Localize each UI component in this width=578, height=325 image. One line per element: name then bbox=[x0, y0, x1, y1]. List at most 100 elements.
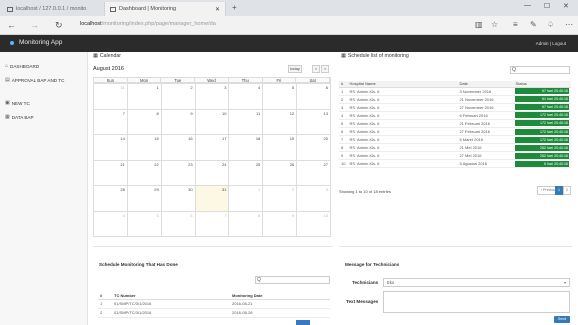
maximize-icon[interactable]: ☐ bbox=[544, 2, 550, 10]
table-row[interactable]: 4 RS. Admin Kls. 66 Februari 2016 172 hari… bbox=[339, 111, 571, 120]
user-logout-link[interactable]: Admin | Logout bbox=[536, 41, 566, 46]
calendar-prev-button[interactable]: < bbox=[312, 65, 320, 73]
technicians-select[interactable]: Eko ▾ bbox=[383, 278, 570, 287]
calendar-day[interactable]: 27 bbox=[297, 160, 331, 186]
row-number: 8 bbox=[339, 143, 348, 153]
column-header[interactable]: # bbox=[98, 292, 112, 300]
calendar-day[interactable]: 7 bbox=[195, 211, 230, 237]
sidebar-item-data-bap[interactable]: ▦ DATA BAP bbox=[5, 114, 34, 120]
calendar-day[interactable]: 21 bbox=[94, 160, 128, 186]
tab-page-icon bbox=[110, 6, 116, 12]
search-icon: Q bbox=[512, 67, 516, 73]
calendar-day[interactable]: 13 bbox=[297, 109, 331, 135]
forward-arrow-icon[interactable]: → bbox=[30, 20, 39, 30]
column-header[interactable]: Monitoring Date bbox=[230, 292, 330, 300]
calendar-day[interactable]: 5 bbox=[263, 84, 298, 110]
send-button[interactable]: Send bbox=[554, 316, 570, 323]
calendar-day[interactable]: 3 bbox=[195, 84, 230, 110]
column-header[interactable]: TC Number bbox=[112, 292, 230, 300]
calendar-day[interactable]: 16 bbox=[161, 135, 196, 161]
calendar-day[interactable]: 11 bbox=[229, 109, 264, 135]
calendar-day[interactable]: 12 bbox=[263, 109, 298, 135]
hospital-name: RS. Admin Kls. 6 bbox=[347, 151, 458, 161]
table-row[interactable]: 10 RS. Admin Kls. 65 Agustus 2016 6 hari 2… bbox=[339, 159, 571, 169]
calendar-day[interactable]: 20 bbox=[297, 135, 331, 161]
calendar-day[interactable]: 29 bbox=[127, 186, 162, 212]
sidebar-item-new-tc[interactable]: ▣ NEW TC bbox=[5, 100, 30, 106]
calendar-icon: ▦ bbox=[341, 53, 346, 59]
table-row[interactable]: 7 RS. Admin Kls. 65 Maret 2016 172 hari 20… bbox=[339, 135, 571, 145]
window-close-icon[interactable]: ✕ bbox=[563, 2, 569, 10]
calendar-day-today[interactable]: 31 bbox=[195, 186, 230, 212]
calendar-day[interactable]: 2 bbox=[263, 186, 298, 212]
close-tab-icon[interactable]: ✕ bbox=[215, 6, 220, 13]
web-note-icon[interactable]: ✎ bbox=[530, 20, 537, 29]
table-row[interactable]: 8 RS. Admin Kls. 6 21 Mei 2016 262 hari 20:… bbox=[339, 143, 571, 153]
table-row[interactable]: 2 01/SMP/TC/3/1/2016 2016-08-28 bbox=[98, 308, 330, 318]
calendar-day[interactable]: 10 bbox=[297, 211, 331, 237]
table-row[interactable]: 3 RS. Admin Kls. 6 27 November 2016 67 hari… bbox=[339, 103, 571, 112]
sidebar-item-approval[interactable]: ▤ APPROVAL BAP AND TC bbox=[5, 77, 64, 83]
calendar-day[interactable]: 18 bbox=[229, 135, 264, 161]
status-badge: 61 hari 20:40:16 bbox=[515, 96, 569, 103]
url-field[interactable]: localhost/monitoring/index.php/page/mana… bbox=[80, 21, 216, 27]
table-row[interactable]: 1 01/SMP/TC/3/1/2016 2016-08-21 bbox=[98, 299, 330, 309]
calendar-next-button[interactable]: > bbox=[321, 65, 329, 73]
status-badge: 67 hari 20:40:16 bbox=[515, 104, 569, 111]
calendar-day[interactable]: 30 bbox=[161, 186, 196, 212]
table-row[interactable]: 9 RS. Admin Kls. 6 27 Mei 2016 262 hari 20:… bbox=[339, 151, 571, 161]
calendar-today-button[interactable]: today bbox=[288, 65, 302, 73]
calendar-day[interactable]: 24 bbox=[195, 160, 230, 186]
calendar-day[interactable]: 19 bbox=[263, 135, 298, 161]
pagination-page-1[interactable]: 1 bbox=[555, 186, 563, 195]
calendar-day[interactable]: 4 bbox=[94, 211, 128, 237]
calendar-day[interactable]: 25 bbox=[229, 160, 264, 186]
calendar-day[interactable]: 8 bbox=[127, 109, 162, 135]
calendar-day[interactable]: 7 bbox=[94, 109, 128, 135]
calendar-day[interactable]: 9 bbox=[263, 211, 298, 237]
calendar-day[interactable]: 4 bbox=[229, 84, 264, 110]
table-row[interactable]: 2 RS. Admin Kls. 6 21 November 2016 61 hari… bbox=[339, 95, 571, 104]
table-row[interactable]: 1 RS. Admin Kls. 63 November 2016 67 hari … bbox=[339, 87, 571, 96]
calendar-day[interactable]: 1 bbox=[229, 186, 264, 212]
calendar-day[interactable]: 2 bbox=[161, 84, 196, 110]
calendar-day[interactable]: 8 bbox=[229, 211, 264, 237]
pagination-page-2[interactable]: 2 bbox=[563, 186, 571, 195]
share-icon[interactable]: ♤ bbox=[547, 20, 554, 29]
calendar-day[interactable]: 3 bbox=[297, 186, 331, 212]
refresh-icon[interactable]: ↻ bbox=[55, 20, 63, 31]
calendar-day[interactable]: 26 bbox=[263, 160, 298, 186]
sidebar-item-dashboard[interactable]: ⌂ DASHBOARD bbox=[5, 63, 39, 69]
monitoring-date: 2016-08-21 bbox=[230, 299, 330, 309]
calendar-day[interactable]: 5 bbox=[127, 211, 162, 237]
scroll-indicator[interactable] bbox=[296, 320, 310, 325]
monitoring-search-input[interactable]: Q bbox=[255, 276, 330, 284]
table-row[interactable]: 5 RS. Admin Kls. 6 21 Februari 2016 172 har… bbox=[339, 119, 571, 128]
calendar-day[interactable]: 1 bbox=[127, 84, 162, 110]
tc-number: 01/SMP/TC/3/1/2016 bbox=[112, 308, 230, 318]
calendar-day[interactable]: 9 bbox=[161, 109, 196, 135]
back-arrow-icon[interactable]: ← bbox=[7, 20, 16, 30]
browser-tab-phpmyadmin[interactable]: localhost / 127.0.0.1 / monito bbox=[2, 2, 102, 16]
calendar-day[interactable]: 31 bbox=[94, 84, 128, 110]
calendar-day[interactable]: 22 bbox=[127, 160, 162, 186]
app-title[interactable]: Monitoring App bbox=[19, 39, 62, 46]
hub-icon[interactable]: ≡ bbox=[513, 20, 518, 29]
table-row[interactable]: 6 RS. Admin Kls. 6 27 Februari 2016 172 har… bbox=[339, 127, 571, 137]
calendar-day[interactable]: 10 bbox=[195, 109, 230, 135]
calendar-day[interactable]: 6 bbox=[161, 211, 196, 237]
calendar-day[interactable]: 28 bbox=[94, 186, 128, 212]
reading-view-icon[interactable]: ▥ bbox=[475, 20, 483, 29]
text-messages-field[interactable] bbox=[383, 291, 570, 313]
schedule-search-input[interactable]: Q bbox=[510, 66, 570, 74]
new-tab-button[interactable]: + bbox=[232, 3, 237, 12]
minimize-icon[interactable]: — bbox=[524, 2, 531, 9]
calendar-day[interactable]: 17 bbox=[195, 135, 230, 161]
calendar-day[interactable]: 23 bbox=[161, 160, 196, 186]
more-icon[interactable]: ⋯ bbox=[565, 20, 573, 29]
browser-tab-dashboard[interactable]: Dashboard | Monitoring ✕ bbox=[104, 2, 226, 16]
favorite-star-icon[interactable]: ☆ bbox=[491, 20, 498, 29]
calendar-day[interactable]: 6 bbox=[297, 84, 331, 110]
calendar-day[interactable]: 15 bbox=[127, 135, 162, 161]
calendar-day[interactable]: 14 bbox=[94, 135, 128, 161]
